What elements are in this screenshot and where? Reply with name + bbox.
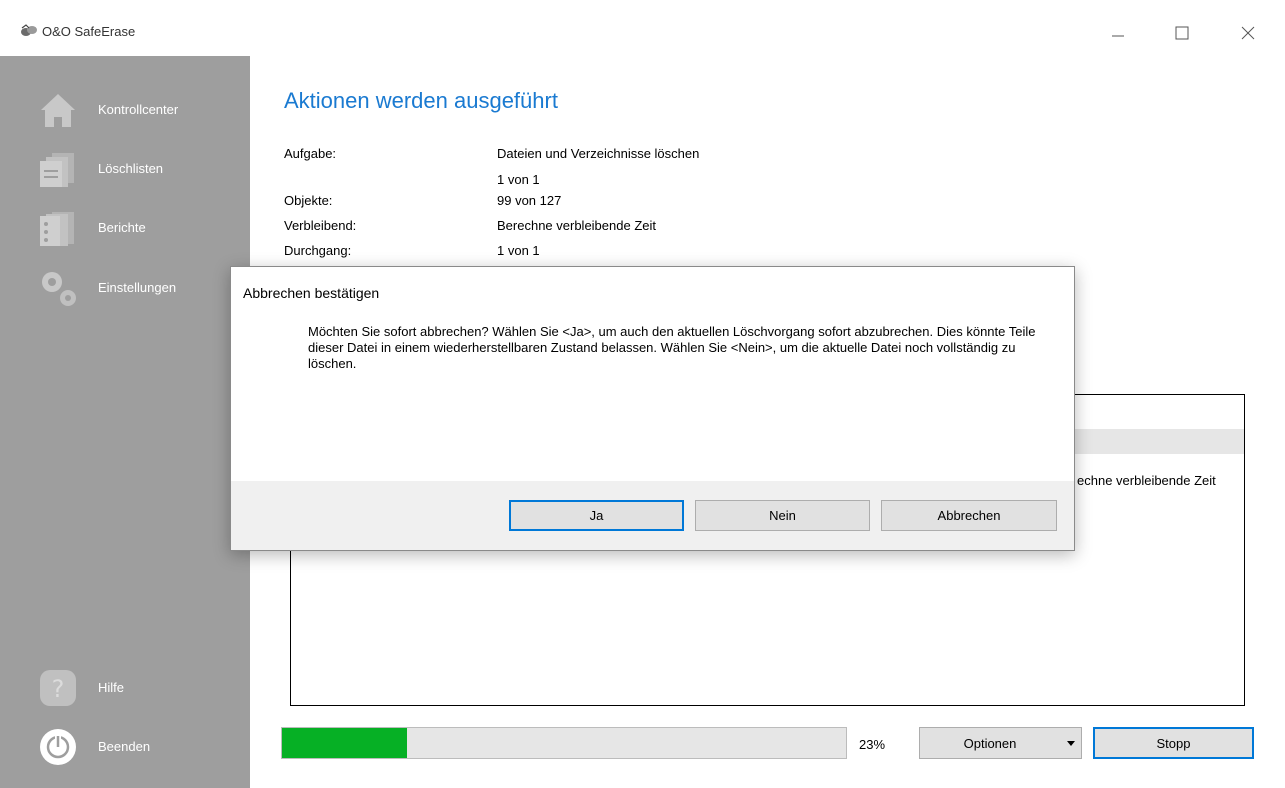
sidebar-item-label: Einstellungen (98, 280, 177, 295)
objects-value: 99 von 127 (497, 193, 562, 208)
help-icon: ? (40, 670, 76, 706)
reports-icon (40, 212, 74, 246)
page-title: Aktionen werden ausgeführt (284, 88, 558, 113)
stop-button[interactable]: Stopp (1093, 727, 1254, 759)
dialog-message: Möchten Sie sofort abbrechen? Wählen Sie… (308, 324, 1036, 371)
cancel-confirm-dialog: Abbrechen bestätigen Möchten Sie sofort … (230, 266, 1075, 551)
sidebar-item-beenden[interactable]: Beenden (0, 721, 250, 771)
close-button[interactable] (1228, 14, 1274, 50)
chevron-down-icon (1067, 741, 1075, 746)
maximize-button[interactable] (1165, 14, 1211, 50)
sidebar-item-hilfe[interactable]: ? Hilfe (0, 662, 250, 712)
task-count: 1 von 1 (497, 172, 540, 187)
gears-icon (42, 272, 76, 306)
sidebar-item-berichte[interactable]: Berichte (0, 202, 250, 252)
minimize-button[interactable] (1095, 14, 1141, 50)
pass-label: Durchgang: (284, 243, 352, 258)
progress-fill (282, 728, 407, 758)
remaining-label: Verbleibend: (284, 218, 357, 233)
sidebar-item-label: Löschlisten (98, 161, 164, 176)
progress-percent: 23% (859, 737, 886, 752)
sidebar-item-label: Kontrollcenter (98, 102, 179, 117)
delete-lists-icon (40, 153, 74, 187)
sidebar-item-label: Hilfe (98, 680, 125, 695)
window-title: O&O SafeErase (42, 24, 136, 39)
list-item-text: echne verbleibende Zeit (1077, 473, 1216, 488)
progress-bar (281, 727, 847, 759)
app-logo-icon (21, 24, 37, 36)
options-dropdown-button[interactable]: Optionen (919, 727, 1082, 759)
dialog-title: Abbrechen bestätigen (243, 285, 380, 301)
sidebar-item-label: Berichte (98, 220, 146, 235)
task-label: Aufgabe: (284, 146, 337, 161)
sidebar-item-einstellungen[interactable]: Einstellungen (0, 262, 250, 312)
sidebar-item-loeschlisten[interactable]: Löschlisten (0, 143, 250, 193)
remaining-value: Berechne verbleibende Zeit (497, 218, 656, 233)
options-label: Optionen (963, 736, 1017, 751)
cancel-button[interactable]: Abbrechen (881, 500, 1057, 531)
title-bar: O&O SafeErase (0, 0, 1285, 56)
svg-text:?: ? (52, 675, 65, 703)
home-icon (41, 94, 75, 127)
sidebar: Kontrollcenter Löschlisten Berichte Eins… (0, 56, 250, 788)
minimize-icon (1112, 35, 1124, 37)
pass-value: 1 von 1 (497, 243, 540, 258)
power-icon (40, 729, 76, 765)
maximize-icon (1175, 26, 1189, 40)
close-icon (1241, 26, 1255, 40)
dialog-footer: Ja Nein Abbrechen (231, 481, 1074, 550)
sidebar-item-kontrollcenter[interactable]: Kontrollcenter (0, 84, 250, 134)
objects-label: Objekte: (284, 193, 333, 208)
sidebar-item-label: Beenden (98, 739, 151, 754)
no-button[interactable]: Nein (695, 500, 870, 531)
task-value: Dateien und Verzeichnisse löschen (497, 146, 700, 161)
yes-button[interactable]: Ja (509, 500, 684, 531)
